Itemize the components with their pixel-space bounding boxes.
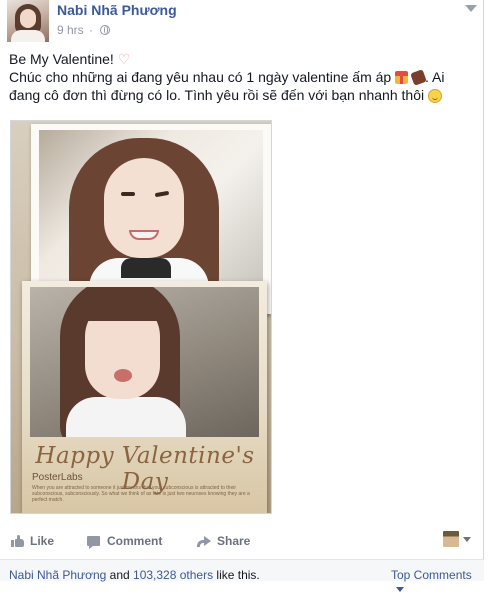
action-bar: Like Comment Share (0, 527, 484, 557)
author-name[interactable]: Nabi Nhã Phương (57, 2, 177, 18)
likes-suffix: like this. (216, 568, 260, 582)
chevron-down-icon[interactable] (465, 5, 477, 12)
message-line-2a: Chúc cho những ai đang yêu nhau có 1 ngà… (9, 69, 392, 85)
fineprint: When you are attracted to someone it jus… (32, 485, 250, 503)
post-message: Be My Valentine! ♡ Chúc cho những ai đan… (9, 50, 477, 104)
chevron-down-icon (396, 587, 404, 592)
comment-button[interactable]: Comment (107, 534, 162, 548)
liker-name-link[interactable]: Nabi Nhã Phương (9, 568, 106, 582)
globe-icon (100, 25, 111, 35)
message-line-1: Be My Valentine! (9, 51, 114, 67)
top-comments-dropdown[interactable]: Top Comments (391, 568, 484, 596)
polaroid-bottom: Happy Valentine's Day PosterLabs When yo… (22, 281, 267, 513)
comment-icon[interactable] (87, 536, 100, 549)
timestamp-text[interactable]: 9 hrs (57, 23, 84, 37)
smile-icon (427, 89, 442, 103)
likes-text: Nabi Nhã Phương and 103,328 others like … (9, 568, 260, 582)
gift-icon (395, 71, 409, 84)
viewer-avatar[interactable] (443, 531, 459, 547)
post-timestamp[interactable]: 9 hrs · (57, 23, 111, 37)
like-button[interactable]: Like (30, 534, 54, 548)
brand-label: PosterLabs (32, 472, 83, 483)
share-button[interactable]: Share (217, 534, 250, 548)
likes-and: and (109, 568, 130, 582)
heart-icon: ♡ (117, 51, 131, 67)
likes-summary: Nabi Nhã Phương and 103,328 others like … (0, 559, 484, 592)
post-photo[interactable]: Happy Valentine's Day PosterLabs When yo… (10, 120, 272, 514)
likes-others-link[interactable]: 103,328 others (133, 568, 213, 582)
facebook-post: Nabi Nhã Phương 9 hrs · Be My Valentine!… (0, 0, 484, 592)
share-icon[interactable] (197, 535, 211, 547)
author-avatar[interactable] (7, 0, 49, 42)
like-icon[interactable] (11, 535, 24, 547)
chevron-down-icon[interactable] (463, 537, 471, 542)
top-comments-label[interactable]: Top Comments (391, 568, 472, 582)
